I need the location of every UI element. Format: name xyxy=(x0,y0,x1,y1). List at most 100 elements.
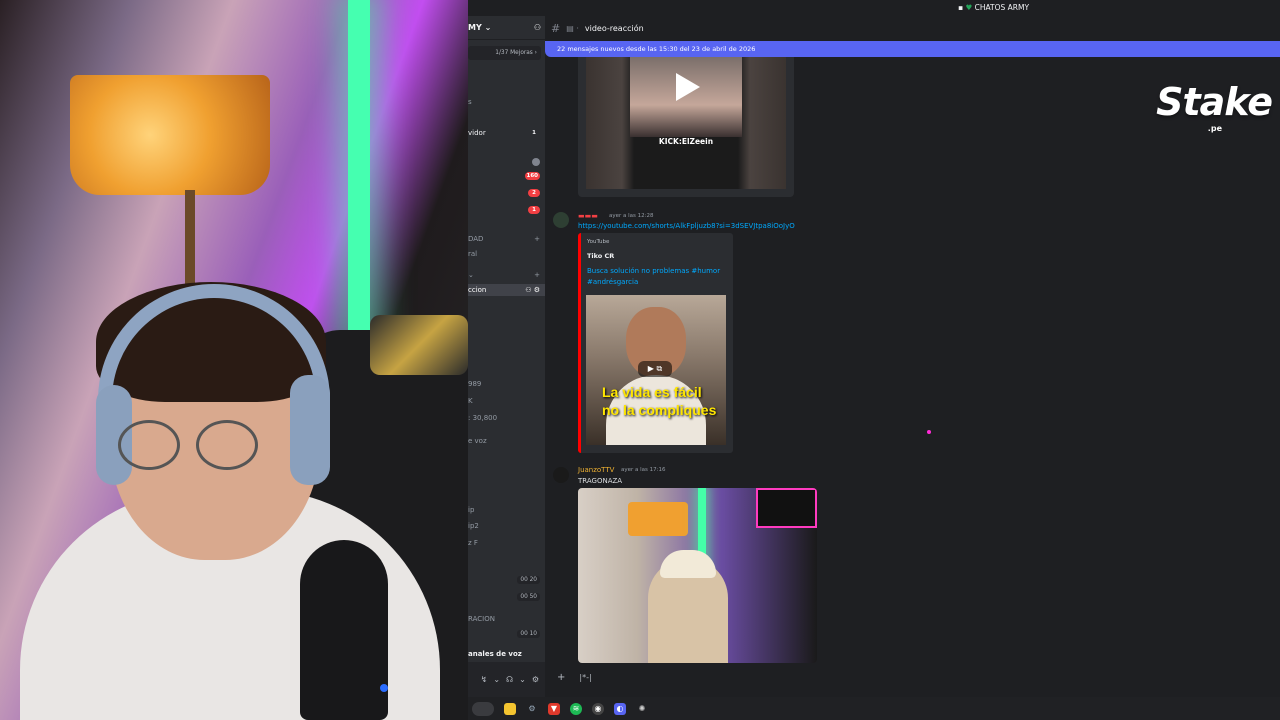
channel-sidebar: MY ⌄ ⚇ 1/37 Mejoras › s vidor 1 160 2 1 D… xyxy=(468,16,545,697)
sidebar-row-label: vidor xyxy=(468,129,486,137)
embed-thumbnail[interactable]: ▶ ⧉ La vida es fácil no la compliques xyxy=(586,295,726,445)
message-link[interactable]: https://youtube.com/shorts/AlkFpljuzb8?s… xyxy=(578,222,795,230)
voice-channels-link[interactable]: anales de voz xyxy=(468,648,545,660)
taskbar-search[interactable] xyxy=(472,701,494,716)
chevron-down-icon[interactable]: ⌄ xyxy=(493,675,500,684)
window-title: ▪ ♥ CHATOS ARMY xyxy=(958,3,1029,12)
category-row[interactable]: ⌄ + xyxy=(468,269,545,281)
voice-row[interactable]: 00 50 xyxy=(468,591,545,603)
stream-frame: ▪ ♥ CHATOS ARMY MY ⌄ ⚇ 1/37 Mejoras › s … xyxy=(0,0,1280,720)
unread-badge: 1 xyxy=(532,130,536,136)
video-thumbnail[interactable]: KICK:ElZeein xyxy=(586,57,786,189)
close-icon[interactable] xyxy=(532,158,540,166)
category-row[interactable]: DAD + xyxy=(468,233,545,245)
sidebar-row-label: : 30,800 xyxy=(468,414,498,422)
avatar[interactable] xyxy=(553,212,569,228)
title-bar: ▪ ♥ CHATOS ARMY xyxy=(468,0,1280,16)
sidebar-row[interactable]: z F xyxy=(468,537,545,549)
message-author[interactable]: ▬▬▬ xyxy=(578,212,598,220)
sidebar-row-label: ral xyxy=(468,250,478,258)
voice-timer: 00 20 xyxy=(517,576,540,584)
message-author[interactable]: JuanzoTTV xyxy=(578,466,614,474)
glasses-left xyxy=(118,420,180,470)
sidebar-row[interactable]: K xyxy=(468,395,545,407)
play-icon[interactable] xyxy=(676,73,700,101)
embed-title[interactable]: Busca solución no problemas #humor #andr… xyxy=(587,266,727,288)
image-cap xyxy=(660,550,716,578)
message-list: KICK:ElZeein ▬▬▬ ayer a las 12:28 https:… xyxy=(545,57,1280,663)
message-timestamp: ayer a las 17:16 xyxy=(621,467,666,473)
headphones-icon[interactable]: ☊ xyxy=(506,675,513,684)
sidebar-row[interactable]: s xyxy=(468,96,545,108)
embed-author[interactable]: Tiko CR xyxy=(587,252,614,260)
voice-timer: 00 50 xyxy=(517,593,540,601)
image-lamp xyxy=(628,502,688,536)
neon-light xyxy=(348,0,370,340)
chevron-down-icon[interactable]: ⌄ xyxy=(519,675,526,684)
thread-icon[interactable]: ▤ · xyxy=(566,24,579,33)
boost-progress-label: 1/37 Mejoras xyxy=(495,50,533,56)
add-attachment-button[interactable]: + xyxy=(557,672,565,683)
play-icon[interactable]: ▶ ⧉ xyxy=(638,361,672,377)
sidebar-row[interactable]: 989 xyxy=(468,378,545,390)
sidebar-row[interactable]: e voz xyxy=(468,435,545,447)
chevron-down-icon: ⌄ xyxy=(468,271,474,279)
sidebar-row-label: ip xyxy=(468,506,475,514)
sidebar-row-label: 989 xyxy=(468,380,482,388)
invite-icon[interactable]: ⚇ xyxy=(525,286,531,294)
chrome-icon[interactable]: ◉ xyxy=(592,702,604,715)
voice-timer: 00 10 xyxy=(517,630,540,638)
sidebar-row[interactable]: : 30,800 xyxy=(468,412,545,424)
mention-badge: 160 xyxy=(524,172,540,180)
boost-progress[interactable]: 1/37 Mejoras › xyxy=(468,46,541,60)
folder-icon[interactable] xyxy=(504,702,516,715)
gear-icon[interactable]: ⚙ xyxy=(532,675,539,684)
sidebar-row-label: anales de voz xyxy=(468,650,522,658)
user-panel: ↯ ⌄ ☊ ⌄ ⚙ xyxy=(468,662,545,697)
sidebar-row-label: e voz xyxy=(468,437,487,445)
sidebar-row[interactable]: vidor 1 xyxy=(468,127,545,139)
sidebar-row[interactable]: ip xyxy=(468,504,545,516)
microphone-led xyxy=(380,684,388,692)
channel-header: # ▤ · video-reacción xyxy=(545,16,1280,40)
sidebar-row-label: ip2 xyxy=(468,522,479,530)
sidebar-row[interactable]: 1 xyxy=(468,204,545,216)
sidebar-row[interactable] xyxy=(468,156,545,168)
new-messages-text: 22 mensajes nuevos desde las 15:30 del 2… xyxy=(557,45,756,53)
stake-logo-suffix: .pe xyxy=(1207,124,1222,133)
sidebar-row[interactable]: ip2 xyxy=(468,520,545,532)
voice-row[interactable]: 00 20 xyxy=(468,574,545,586)
settings-icon[interactable]: ⚙ xyxy=(526,703,538,715)
add-channel-icon[interactable]: + xyxy=(534,271,540,279)
category-row[interactable]: RACION xyxy=(468,613,545,625)
new-messages-banner[interactable]: 22 mensajes nuevos desde las 15:30 del 2… xyxy=(545,41,1280,57)
sidebar-row-label: z F xyxy=(468,539,478,547)
discord-icon[interactable]: ◐ xyxy=(614,702,626,715)
stake-logo: Stake xyxy=(1156,80,1273,124)
message-composer[interactable]: + |*-| xyxy=(545,666,1280,688)
webcam-feed xyxy=(0,0,468,720)
server-icon: ▪ xyxy=(958,3,964,12)
sidebar-row[interactable]: 160 xyxy=(468,170,545,182)
app-icon[interactable]: ✺ xyxy=(636,703,648,715)
spotify-icon[interactable]: ≋ xyxy=(570,702,582,715)
sidebar-item-video-reaccion[interactable]: ccion ⚇ ⚙ xyxy=(468,284,545,296)
avatar[interactable] xyxy=(553,467,569,483)
gif-button[interactable]: |*-| xyxy=(579,673,591,682)
brave-icon[interactable]: ▼ xyxy=(548,702,560,715)
add-channel-icon[interactable]: + xyxy=(534,235,540,243)
gear-icon[interactable]: ⚙ xyxy=(534,286,540,294)
embed-overlay-text: La vida es fácil no la compliques xyxy=(602,384,717,418)
sidebar-row[interactable]: 2 xyxy=(468,187,545,199)
mute-icon[interactable]: ↯ xyxy=(481,675,488,684)
server-header[interactable]: MY ⌄ ⚇ xyxy=(468,16,545,40)
chevron-down-icon: ⌄ xyxy=(484,23,492,32)
taskbar: ⚙ ▼ ≋ ◉ ◐ ✺ xyxy=(468,697,1280,720)
youtube-embed: YouTube Tiko CR Busca solución no proble… xyxy=(578,233,733,453)
image-attachment[interactable] xyxy=(578,488,817,663)
mention-badge: 2 xyxy=(528,189,540,197)
sidebar-row-label: ccion xyxy=(468,286,487,294)
voice-row[interactable]: 00 10 xyxy=(468,628,545,640)
add-member-icon[interactable]: ⚇ xyxy=(534,23,541,32)
sidebar-row[interactable]: ral xyxy=(468,248,545,260)
